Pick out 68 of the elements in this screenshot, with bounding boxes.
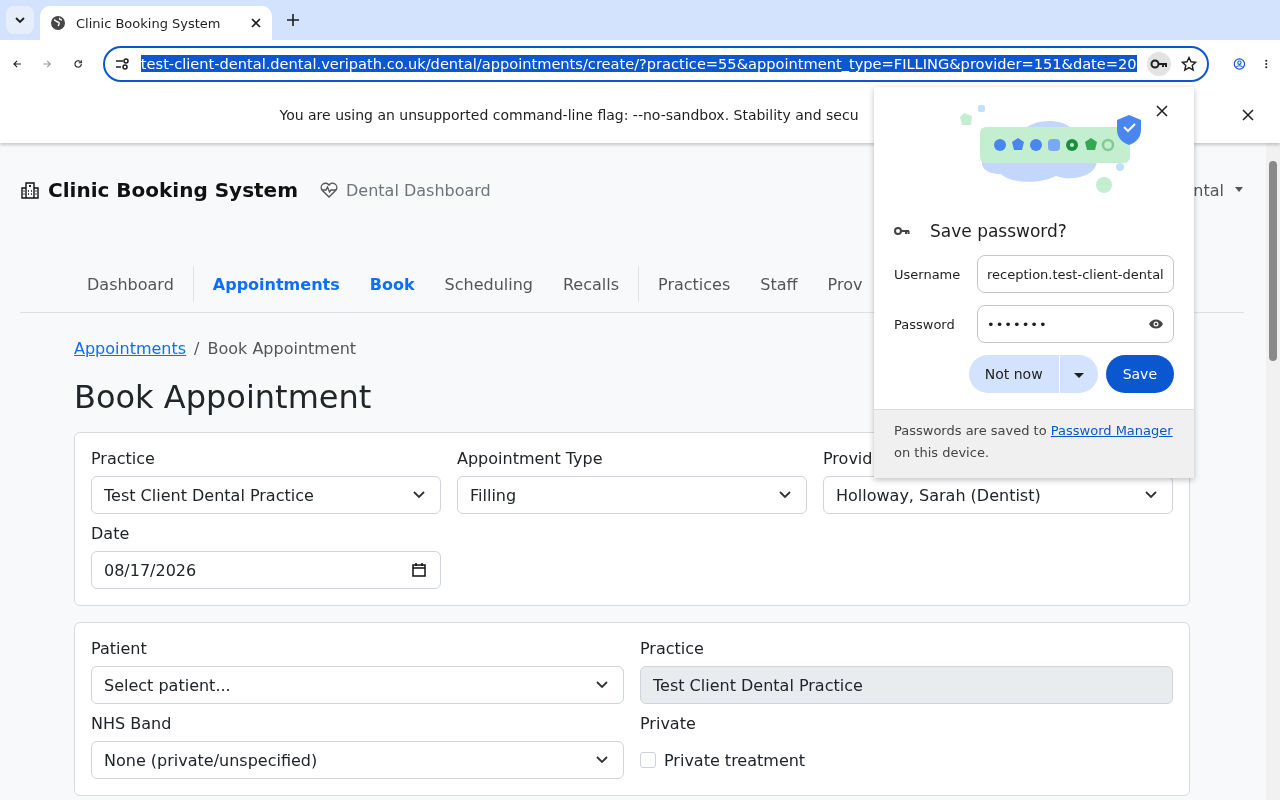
nav-link[interactable]: Appointments — [197, 274, 355, 294]
calendar-icon[interactable] — [412, 563, 426, 577]
key-icon — [894, 226, 910, 236]
field-label: NHS Band — [91, 714, 172, 733]
nav-link[interactable]: Dashboard — [72, 274, 189, 294]
page-title: Book Appointment — [74, 378, 373, 416]
caret-icon — [1073, 373, 1084, 379]
heart-pulse-icon — [320, 182, 338, 198]
url-text: test-client-dental.dental.veripath.co.uk/dental/appointments/create/?practice=55&appointment_type=FILLING&provider=151&date=20 — [140, 55, 1137, 72]
star-icon[interactable] — [1180, 55, 1197, 72]
nav-link[interactable]: Practices — [643, 274, 746, 294]
select-field[interactable]: None (private/unspecified) — [91, 741, 624, 779]
field-label: Patient — [91, 639, 147, 658]
new-tab-icon[interactable] — [286, 13, 300, 27]
eye-icon[interactable] — [1148, 318, 1164, 330]
field-label: Username — [894, 266, 962, 282]
username-field[interactable]: reception.test-client-dental — [977, 255, 1174, 293]
breadcrumb-separator: / — [194, 339, 200, 358]
globe-icon — [50, 15, 66, 31]
select-field[interactable]: Test Client Dental Practice — [91, 476, 441, 514]
save-button[interactable]: Save — [1105, 355, 1174, 393]
select-field[interactable]: Holloway, Sarah (Dentist) — [823, 476, 1173, 514]
footer-note: Passwords are saved to Password Manager on this device. — [894, 423, 1173, 460]
caret-icon — [1234, 187, 1244, 193]
close-icon[interactable] — [250, 17, 262, 29]
field-label: Password — [894, 316, 956, 332]
browser-tab[interactable]: Clinic Booking System — [40, 6, 272, 40]
chevron-down-icon — [595, 680, 609, 690]
site-settings-icon[interactable] — [114, 55, 131, 72]
dialog-title: Save password? — [930, 221, 1067, 241]
address-bar[interactable]: test-client-dental.dental.veripath.co.uk/dental/appointments/create/?practice=55&appointment_type=FILLING&provider=151&date=20 — [102, 45, 1209, 82]
checkbox[interactable] — [640, 752, 656, 768]
readonly-field: Test Client Dental Practice — [640, 666, 1173, 704]
nav-link[interactable]: Staff — [745, 274, 813, 294]
chevron-down-icon — [412, 490, 426, 500]
field-label: Private — [640, 714, 696, 733]
field-label: Provid — [823, 449, 873, 468]
field-label: Date — [91, 524, 130, 543]
nav-link[interactable]: Prov — [812, 274, 878, 294]
chevron-down-icon — [778, 490, 792, 500]
close-icon[interactable] — [1242, 109, 1254, 121]
dental-dashboard-link[interactable]: Dental Dashboard — [346, 180, 491, 200]
hospital-icon — [20, 180, 40, 200]
breadcrumb-current: Book Appointment — [207, 339, 357, 358]
scrollbar[interactable] — [1266, 143, 1280, 800]
password-field[interactable]: ••••••• — [977, 305, 1174, 343]
nav-link[interactable]: Scheduling — [429, 274, 548, 294]
field-label: Practice — [640, 639, 704, 658]
close-icon[interactable] — [1156, 105, 1168, 117]
chevron-down-icon — [595, 755, 609, 765]
tab-search-button[interactable] — [6, 6, 34, 34]
chevron-down-icon — [1144, 490, 1158, 500]
password-key-icon[interactable] — [1146, 51, 1171, 76]
field-label: Practice — [91, 449, 155, 468]
field-label: Appointment Type — [457, 449, 603, 468]
date-field[interactable]: 08/17/2026 — [91, 551, 441, 589]
breadcrumb-link[interactable]: Appointments — [74, 339, 187, 358]
app-title[interactable]: Clinic Booking System — [48, 178, 298, 202]
chevron-down-icon — [14, 14, 26, 26]
nav-link[interactable]: Book — [354, 274, 430, 294]
user-menu[interactable]: ntal — [1193, 180, 1244, 200]
not-now-button[interactable]: Not now — [968, 355, 1059, 393]
nav-link[interactable]: Recalls — [547, 274, 635, 294]
warning-message: You are using an unsupported command-line flag: --no-sandbox. Stability and secu — [279, 107, 859, 123]
select-field[interactable]: Select patient... — [91, 666, 624, 704]
checkbox-label[interactable]: Private treatment — [664, 750, 806, 770]
password-manager-link[interactable]: Password Manager — [1050, 423, 1173, 438]
select-field[interactable]: Filling — [457, 476, 807, 514]
